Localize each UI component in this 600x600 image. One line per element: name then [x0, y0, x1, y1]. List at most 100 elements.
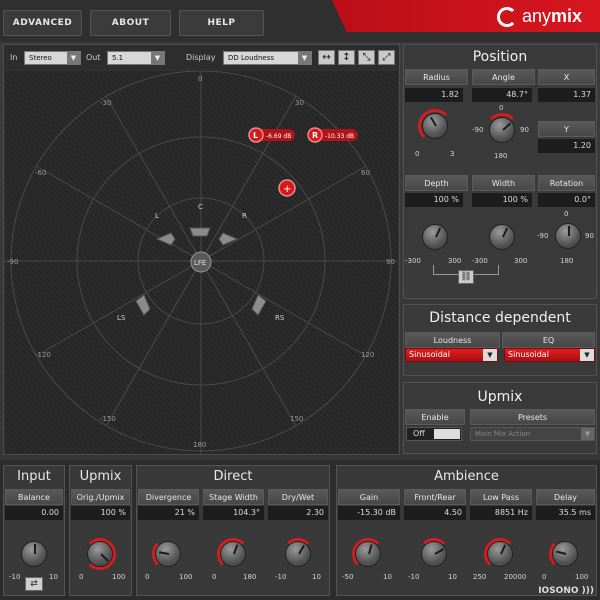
- horizontal-arrows-icon[interactable]: ↔: [318, 50, 335, 65]
- chevron-down-icon: ▼: [151, 52, 164, 64]
- speaker-c-icon[interactable]: [189, 227, 211, 237]
- output-format-select[interactable]: 5.1 ▼: [107, 51, 165, 65]
- rotation-knob-bottom: 180: [560, 257, 574, 265]
- y-label: Y: [538, 121, 595, 137]
- eq-curve-value: Sinusoidal: [508, 350, 549, 359]
- depth-value[interactable]: 100 %: [405, 193, 463, 207]
- dry-wet-value[interactable]: 2.30: [268, 506, 328, 520]
- input-format-value: Stereo: [29, 54, 52, 62]
- enable-toggle[interactable]: Off: [406, 427, 462, 441]
- balance-knob[interactable]: [18, 538, 50, 570]
- rotation-knob[interactable]: [551, 219, 585, 253]
- angle-label-90: 90: [386, 258, 395, 266]
- angle-knob-left: -90: [472, 126, 484, 134]
- angle-value[interactable]: 48.7°: [472, 88, 532, 102]
- balance-value[interactable]: 0.00: [5, 506, 63, 520]
- width-label: Width: [472, 175, 535, 191]
- radius-value[interactable]: 1.82: [405, 88, 463, 102]
- sound-field-svg: 0 180 -90 90 -30 30 -60 60 -120 120 -150…: [5, 70, 398, 454]
- toggle-knob: [434, 429, 460, 439]
- input-group: Input Balance 0.00 -10 10 ⇄: [3, 465, 65, 596]
- speaker-rs-label: RS: [275, 314, 285, 322]
- angle-label-180: 180: [193, 441, 206, 449]
- width-value[interactable]: 100 %: [472, 193, 532, 207]
- depth-max: 300: [448, 257, 462, 265]
- ambience-group: Ambience Gain -15.30 dB -50 10 Front/Rea…: [336, 465, 597, 596]
- angle-label-minus-120: -120: [35, 351, 51, 359]
- gain-value[interactable]: -15.30 dB: [338, 506, 400, 520]
- delay-knob[interactable]: [549, 538, 581, 570]
- presets-select[interactable]: Main Mix Action ▼: [470, 427, 595, 441]
- angle-label-60: 60: [361, 169, 370, 177]
- width-knob[interactable]: [485, 220, 519, 254]
- speaker-l-icon[interactable]: [155, 232, 176, 246]
- diagonal-up-icon[interactable]: ⤢: [378, 50, 395, 65]
- swap-channels-icon[interactable]: ⇄: [25, 577, 43, 591]
- direct-title: Direct: [213, 469, 253, 484]
- gain-knob[interactable]: [352, 538, 384, 570]
- x-value[interactable]: 1.37: [538, 88, 595, 102]
- radius-knob[interactable]: [418, 109, 452, 143]
- orig-upmix-knob[interactable]: [84, 538, 116, 570]
- source-l[interactable]: L -6.69 dB: [248, 127, 295, 143]
- front-rear-knob[interactable]: [418, 538, 450, 570]
- low-pass-knob[interactable]: [484, 538, 516, 570]
- divergence-max: 100: [179, 573, 193, 581]
- anymix-plugin-window: ADVANCED ABOUT HELP anymix In Stereo ▼ Ou…: [0, 0, 600, 600]
- gain-label: Gain: [338, 489, 400, 505]
- angle-knob[interactable]: [485, 113, 519, 147]
- advanced-button[interactable]: ADVANCED: [3, 10, 82, 36]
- link-icon[interactable]: ⛓: [458, 270, 474, 284]
- divergence-knob[interactable]: [152, 538, 184, 570]
- orig-upmix-value[interactable]: 100 %: [71, 506, 130, 520]
- upmix-panel: Upmix Enable Off Presets Main Mix Action…: [403, 382, 597, 454]
- sound-field-stage[interactable]: 0 180 -90 90 -30 30 -60 60 -120 120 -150…: [5, 70, 398, 454]
- low-pass-max: 20000: [504, 573, 527, 581]
- divergence-value[interactable]: 21 %: [138, 506, 199, 520]
- rotation-value[interactable]: 0.0°: [538, 193, 595, 207]
- about-button[interactable]: ABOUT: [90, 10, 171, 36]
- stage-width-value[interactable]: 104.3°: [203, 506, 264, 520]
- delay-min: 0: [542, 573, 547, 581]
- depth-knob[interactable]: [418, 220, 452, 254]
- angle-label: Angle: [472, 69, 535, 85]
- orig-upmix-min: 0: [79, 573, 84, 581]
- diagonal-down-icon[interactable]: ⤡: [358, 50, 375, 65]
- radius-label: Radius: [405, 69, 468, 85]
- balance-label: Balance: [5, 489, 63, 505]
- output-format-value: 5.1: [112, 54, 124, 62]
- display-label: Display: [186, 53, 216, 62]
- low-pass-value[interactable]: 8851 Hz: [470, 506, 532, 520]
- divergence-min: 0: [145, 573, 150, 581]
- input-title: Input: [17, 469, 51, 484]
- vertical-arrows-icon[interactable]: ↕: [338, 50, 355, 65]
- x-label: X: [538, 69, 595, 85]
- radius-max: 3: [450, 150, 455, 158]
- source-r-label: R: [312, 131, 318, 140]
- source-center-handle[interactable]: +: [278, 179, 296, 197]
- front-rear-value[interactable]: 4.50: [404, 506, 466, 520]
- display-mode-value: DD Loudness: [228, 54, 274, 62]
- help-button[interactable]: HELP: [179, 10, 264, 36]
- input-format-select[interactable]: Stereo ▼: [24, 51, 81, 65]
- speaker-rs-icon[interactable]: [251, 294, 267, 316]
- delay-value[interactable]: 35.5 ms: [536, 506, 595, 520]
- eq-curve-select[interactable]: Sinusoidal ▼: [504, 348, 595, 362]
- dry-wet-label: Dry/Wet: [268, 489, 328, 505]
- source-r[interactable]: R -10.33 dB: [307, 127, 358, 143]
- loudness-curve-select[interactable]: Sinusoidal ▼: [405, 348, 498, 362]
- stage-width-knob[interactable]: [217, 538, 249, 570]
- speaker-r-icon[interactable]: [218, 232, 239, 246]
- y-value[interactable]: 1.20: [538, 139, 595, 153]
- dry-wet-knob[interactable]: [282, 538, 314, 570]
- display-mode-select[interactable]: DD Loudness ▼: [223, 51, 312, 65]
- width-max: 300: [514, 257, 528, 265]
- speaker-ls-icon[interactable]: [135, 294, 151, 316]
- radius-min: 0: [415, 150, 420, 158]
- spatial-view-panel: In Stereo ▼ Out 5.1 ▼ Display DD Loudness ▼…: [3, 44, 400, 455]
- logo-ring-icon: [496, 6, 517, 27]
- eq-label: EQ: [502, 332, 595, 348]
- stage-width-max: 180: [243, 573, 257, 581]
- out-label: Out: [86, 53, 101, 62]
- loudness-curve-value: Sinusoidal: [409, 350, 450, 359]
